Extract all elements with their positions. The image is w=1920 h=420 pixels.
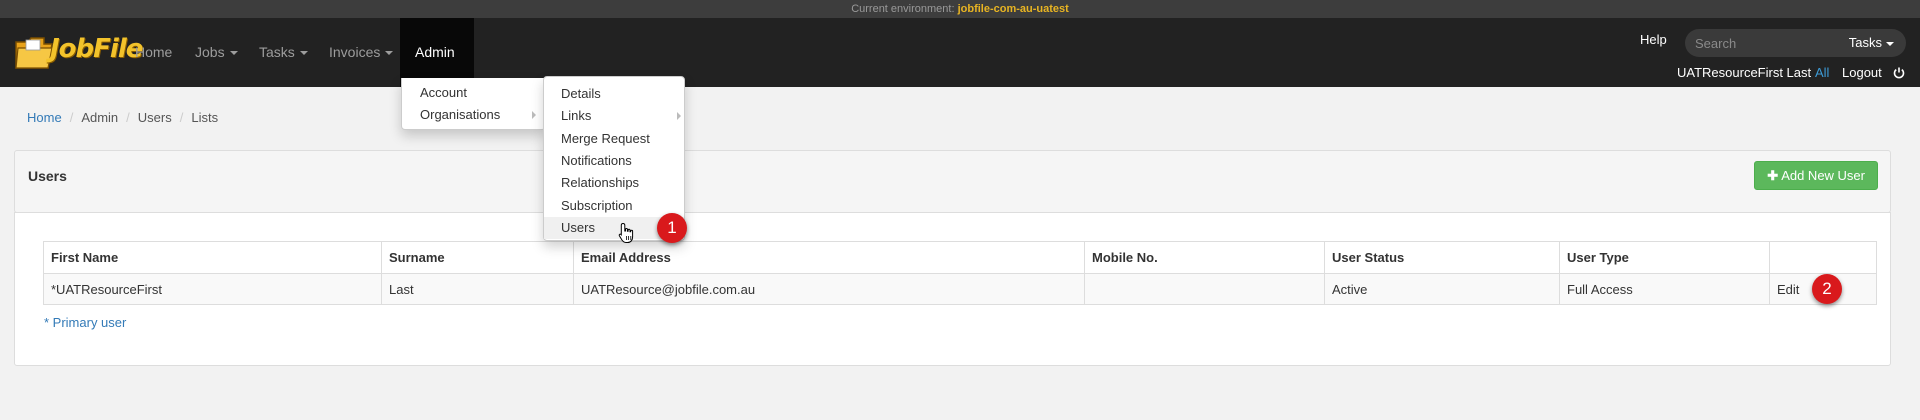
column-actions (1769, 241, 1877, 274)
jobfile-logo[interactable]: JobFile (14, 26, 143, 78)
search-box: Tasks (1685, 29, 1906, 57)
search-scope-dropdown[interactable]: Tasks (1849, 35, 1894, 50)
hand-cursor-icon (618, 222, 634, 243)
nav-admin[interactable]: Admin (400, 18, 474, 125)
callout-badge-1: 1 (657, 213, 687, 243)
submenu-item-subscription[interactable]: Subscription (561, 198, 633, 213)
nav-tasks[interactable]: Tasks (244, 18, 323, 87)
panel-title: Users (28, 168, 67, 184)
breadcrumb-lists: Lists (191, 110, 219, 125)
chevron-down-icon (229, 51, 238, 56)
nav-jobs[interactable]: Jobs (180, 18, 253, 87)
breadcrumb-separator: / (69, 110, 74, 125)
add-new-user-button[interactable]: ✚ Add New User (1754, 161, 1878, 190)
submenu-item-details[interactable]: Details (561, 86, 601, 101)
logout-link[interactable]: Logout (1842, 65, 1882, 80)
cell-surname: Last (381, 273, 574, 305)
breadcrumb-separator: / (126, 110, 130, 125)
submenu-item-relationships[interactable]: Relationships (561, 175, 639, 190)
plus-icon: ✚ (1767, 168, 1779, 183)
breadcrumb-users: Users (137, 110, 172, 125)
current-user-name[interactable]: UATResourceFirst Last (1677, 65, 1811, 80)
admin-dropdown-menu: Account Organisations (401, 78, 546, 130)
users-panel-body: First Name Surname Email Address Mobile … (14, 212, 1891, 366)
cell-email: UATResource@jobfile.com.au (573, 273, 1085, 305)
cell-mobile (1084, 273, 1325, 305)
column-email[interactable]: Email Address (573, 241, 1085, 274)
table-row: *UATResourceFirst Last UATResource@jobfi… (43, 273, 1877, 305)
menu-item-organisations[interactable]: Organisations (420, 107, 540, 122)
chevron-down-icon (1886, 41, 1894, 46)
nav-invoices[interactable]: Invoices (314, 18, 408, 87)
chevron-right-icon (677, 112, 681, 120)
submenu-item-notifications[interactable]: Notifications (561, 153, 632, 168)
help-link[interactable]: Help (1640, 32, 1667, 47)
menu-item-account[interactable]: Account (420, 85, 467, 100)
cell-user-status: Active (1324, 273, 1560, 305)
callout-badge-2: 2 (1812, 274, 1842, 304)
submenu-item-merge-request[interactable]: Merge Request (561, 131, 650, 146)
column-first-name[interactable]: First Name (43, 241, 382, 274)
environment-name: jobfile-com-au-uatest (957, 3, 1069, 15)
environment-label: Current environment: (851, 3, 955, 15)
chevron-down-icon (385, 51, 394, 56)
folder-logo-icon (15, 37, 53, 69)
chevron-right-icon (532, 111, 536, 119)
breadcrumb-separator: / (179, 110, 184, 125)
column-user-status[interactable]: User Status (1324, 241, 1560, 274)
breadcrumb: Home / Admin / Users / Lists (27, 110, 218, 125)
table-header-row: First Name Surname Email Address Mobile … (43, 241, 1877, 274)
column-surname[interactable]: Surname (381, 241, 574, 274)
nav-home[interactable]: Home (120, 18, 187, 87)
power-icon[interactable] (1893, 67, 1905, 79)
top-navbar: JobFile Home Jobs Tasks Invoices Admin H… (0, 18, 1920, 125)
column-mobile[interactable]: Mobile No. (1084, 241, 1325, 274)
all-link[interactable]: All (1815, 65, 1829, 80)
cell-first-name[interactable]: *UATResourceFirst (43, 273, 382, 305)
users-panel-heading: Users ✚ Add New User (14, 150, 1891, 213)
search-input[interactable] (1695, 33, 1835, 53)
submenu-item-links[interactable]: Links (561, 108, 681, 123)
environment-bar: Current environment: jobfile-com-au-uate… (0, 0, 1920, 18)
column-user-type[interactable]: User Type (1559, 241, 1770, 274)
users-table: First Name Surname Email Address Mobile … (43, 241, 1877, 305)
cell-user-type: Full Access (1559, 273, 1770, 305)
chevron-down-icon (299, 51, 308, 56)
breadcrumb-admin: Admin (81, 110, 119, 125)
primary-user-note: * Primary user (44, 315, 127, 330)
breadcrumb-home[interactable]: Home (27, 110, 62, 125)
